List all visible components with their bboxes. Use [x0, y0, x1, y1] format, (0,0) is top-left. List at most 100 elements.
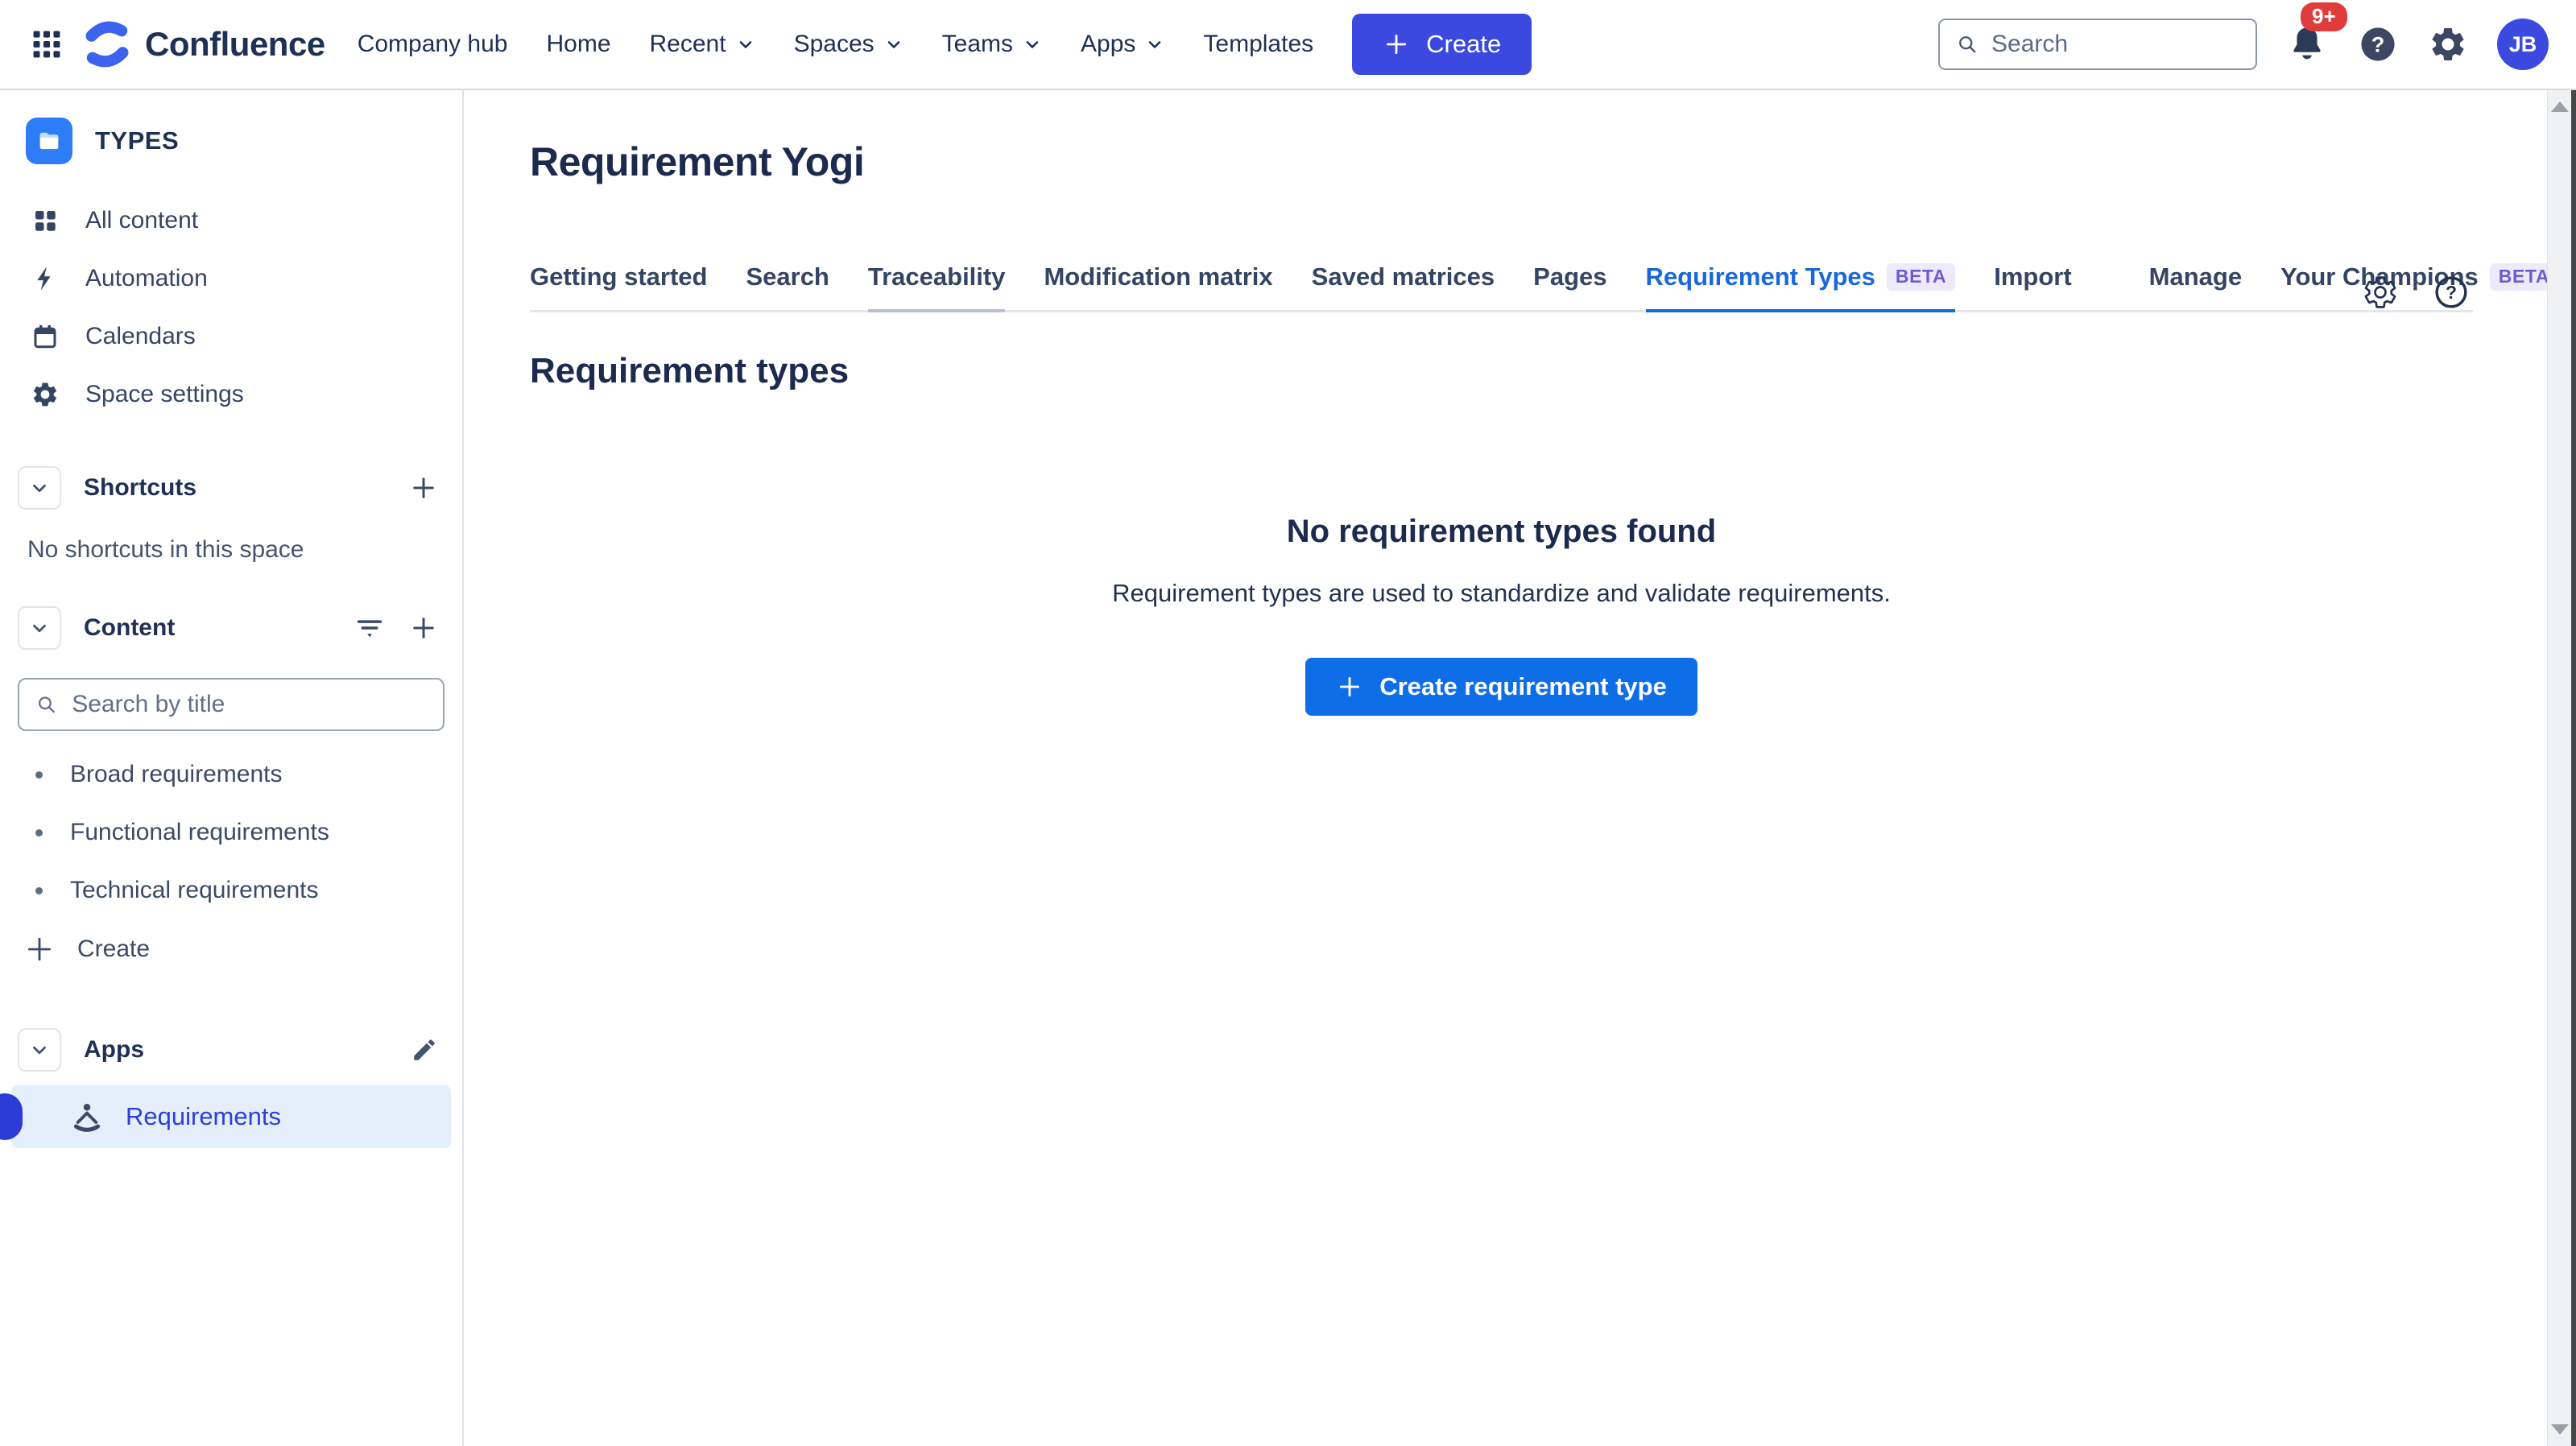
- search-icon: [1956, 31, 1979, 57]
- tab-import[interactable]: Import: [1994, 262, 2071, 312]
- shortcuts-empty-text: No shortcuts in this space: [27, 536, 444, 564]
- main-content: Requirement Yogi ? Getting started: [464, 90, 2547, 1446]
- content-collapse-button[interactable]: [18, 606, 61, 650]
- requirement-yogi-icon: [69, 1099, 105, 1134]
- sidebar-item-requirements[interactable]: Requirements: [11, 1085, 451, 1148]
- sidebar-item-space-settings[interactable]: Space settings: [18, 366, 444, 423]
- plus-icon: [409, 473, 438, 502]
- notifications-button[interactable]: 9+: [2286, 23, 2328, 65]
- content-search-input[interactable]: [72, 691, 427, 718]
- help-button[interactable]: ?: [2357, 23, 2399, 65]
- chevron-down-icon: [29, 618, 50, 638]
- tab-traceability[interactable]: Traceability: [868, 262, 1006, 312]
- bullet-icon: [35, 829, 43, 837]
- user-avatar[interactable]: JB: [2497, 19, 2549, 70]
- add-content-button[interactable]: [409, 614, 438, 642]
- active-item-indicator: [0, 1093, 23, 1140]
- pencil-icon: [411, 1036, 438, 1064]
- bullet-icon: [35, 887, 43, 894]
- page-actions: ?: [2362, 274, 2470, 311]
- svg-text:?: ?: [2371, 32, 2385, 57]
- settings-button[interactable]: [2428, 24, 2468, 64]
- filter-icon: [354, 613, 385, 643]
- page-title: Functional requirements: [70, 819, 329, 846]
- tab-manage[interactable]: Manage: [2149, 262, 2242, 312]
- chevron-down-icon: [736, 35, 755, 54]
- add-shortcut-button[interactable]: [409, 473, 438, 502]
- app-settings-button[interactable]: [2362, 274, 2399, 311]
- tab-getting-started[interactable]: Getting started: [530, 262, 707, 312]
- nav-spaces[interactable]: Spaces: [794, 31, 903, 58]
- bullet-icon: [35, 771, 43, 779]
- plus-icon: [24, 934, 55, 965]
- gear-icon: [2428, 24, 2468, 64]
- sidebar-item-label: Automation: [85, 265, 208, 292]
- app-tab-bar: Getting started Search Traceability Modi…: [530, 262, 2473, 312]
- nav-company-hub[interactable]: Company hub: [358, 31, 508, 58]
- sidebar-item-automation[interactable]: Automation: [18, 250, 444, 308]
- filter-content-button[interactable]: [354, 613, 385, 643]
- sidebar-item-all-content[interactable]: All content: [18, 192, 444, 250]
- primary-nav: Company hub Home Recent Spaces Teams App…: [358, 31, 1313, 58]
- content-pages-list: Broad requirements Functional requiremen…: [18, 746, 444, 919]
- scroll-up-arrow[interactable]: [2551, 101, 2569, 112]
- content-search[interactable]: [18, 678, 444, 731]
- tab-saved-matrices[interactable]: Saved matrices: [1312, 262, 1495, 312]
- confluence-home-link[interactable]: Confluence: [82, 19, 325, 69]
- help-icon: ?: [2433, 274, 2470, 311]
- page-title: Technical requirements: [70, 877, 318, 904]
- scroll-down-arrow[interactable]: [2551, 1424, 2569, 1435]
- empty-state-title: No requirement types found: [530, 514, 2473, 550]
- tab-search[interactable]: Search: [746, 262, 829, 312]
- page-item-broad-requirements[interactable]: Broad requirements: [18, 746, 444, 804]
- empty-state-description: Requirement types are used to standardiz…: [530, 579, 2473, 608]
- folder-icon: [36, 128, 62, 154]
- window-edge: [2571, 90, 2576, 1446]
- nav-home[interactable]: Home: [546, 31, 610, 58]
- top-navigation-bar: Confluence Company hub Home Recent Space…: [0, 0, 2576, 90]
- chevron-down-icon: [1145, 35, 1164, 54]
- gear-icon: [2362, 274, 2399, 311]
- create-requirement-type-button[interactable]: Create requirement type: [1305, 658, 1697, 716]
- sidebar-create-button[interactable]: Create: [18, 919, 444, 979]
- edit-apps-button[interactable]: [411, 1036, 438, 1064]
- help-icon: ?: [2357, 23, 2399, 65]
- plus-icon: [1383, 31, 1410, 58]
- global-search[interactable]: [1938, 19, 2257, 70]
- apps-collapse-button[interactable]: [18, 1028, 61, 1072]
- confluence-app: Confluence Company hub Home Recent Space…: [0, 0, 2576, 1446]
- page-item-functional-requirements[interactable]: Functional requirements: [18, 804, 444, 861]
- plus-icon: [1336, 673, 1363, 700]
- sidebar-item-calendars[interactable]: Calendars: [18, 308, 444, 366]
- empty-state: No requirement types found Requirement t…: [530, 514, 2473, 716]
- global-search-input[interactable]: [1991, 31, 2239, 58]
- nav-recent[interactable]: Recent: [650, 31, 755, 58]
- tab-requirement-types[interactable]: Requirement Types BETA: [1646, 262, 1956, 312]
- vertical-scrollbar[interactable]: [2547, 90, 2571, 1446]
- grid-icon: [29, 206, 61, 235]
- avatar-initials: JB: [2509, 32, 2537, 57]
- lightning-icon: [29, 264, 61, 293]
- nav-templates[interactable]: Templates: [1203, 31, 1313, 58]
- app-switcher-button[interactable]: [23, 20, 71, 68]
- app-name: Confluence: [145, 25, 325, 64]
- space-header[interactable]: TYPES: [18, 118, 444, 164]
- global-create-button[interactable]: Create: [1352, 14, 1532, 75]
- app-grid-icon: [29, 27, 64, 62]
- chevron-down-icon: [29, 477, 50, 498]
- tab-pages[interactable]: Pages: [1533, 262, 1606, 312]
- page-title: Requirement Yogi: [530, 138, 2473, 185]
- nav-teams[interactable]: Teams: [942, 31, 1042, 58]
- confluence-logo-icon: [82, 19, 132, 69]
- shortcuts-collapse-button[interactable]: [18, 466, 61, 510]
- nav-apps[interactable]: Apps: [1081, 31, 1164, 58]
- page-item-technical-requirements[interactable]: Technical requirements: [18, 861, 444, 919]
- apps-section-header: Apps: [18, 1024, 444, 1076]
- topbar-right-controls: 9+ ? JB: [1938, 19, 2549, 70]
- app-help-button[interactable]: ?: [2433, 274, 2470, 311]
- tab-modification-matrix[interactable]: Modification matrix: [1044, 262, 1272, 312]
- calendar-icon: [29, 322, 61, 351]
- plus-icon: [409, 614, 438, 642]
- space-avatar-icon: [26, 118, 72, 164]
- sidebar-item-label: Requirements: [126, 1102, 281, 1131]
